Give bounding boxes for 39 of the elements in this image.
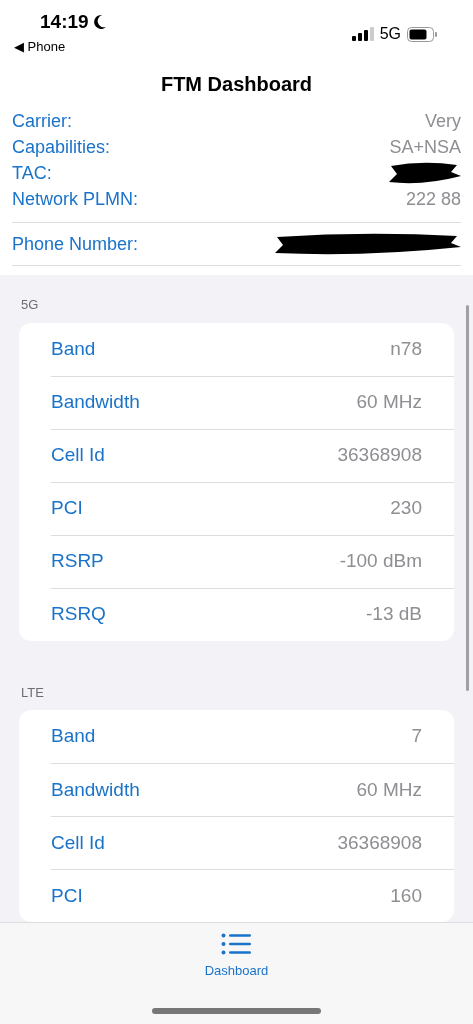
- row-label: PCI: [51, 883, 83, 908]
- row-label: Cell Id: [51, 830, 105, 855]
- row-label: Cell Id: [51, 443, 105, 468]
- row-value: 230: [390, 496, 422, 521]
- section-header: LTE: [20, 683, 45, 702]
- page-title: FTM Dashboard: [160, 72, 313, 97]
- back-link[interactable]: ◀ Phone: [14, 36, 107, 56]
- section-header: 5G: [20, 296, 40, 314]
- info-label: Capabilities:: [12, 135, 111, 159]
- row-value: 36368908: [337, 830, 422, 855]
- row-value: 36368908: [337, 443, 422, 468]
- row-value: 7: [411, 724, 422, 749]
- row-label: Band: [51, 336, 96, 361]
- row-value: -100 dBm: [339, 549, 422, 574]
- row-value: 60 MHz: [356, 777, 422, 802]
- row-label: Band: [51, 724, 96, 749]
- info-label: Network PLMN:: [12, 187, 139, 211]
- row-label: Bandwidth: [51, 390, 140, 415]
- tab-item[interactable]: Dashboard: [204, 933, 269, 981]
- row-value: 60 MHz: [356, 390, 422, 415]
- row-value: n78: [390, 336, 422, 361]
- info-value: 222 88: [405, 187, 461, 211]
- row-label: Bandwidth: [51, 777, 140, 802]
- info-label: Phone Number:: [12, 232, 139, 256]
- clock-time: 14:19: [40, 10, 89, 34]
- battery-icon: [407, 26, 437, 42]
- info-label: Carrier:: [12, 109, 72, 133]
- row-label: RSRP: [51, 549, 104, 574]
- network-type: 5G: [379, 24, 401, 44]
- info-value: Very: [424, 109, 461, 133]
- moon-icon: [92, 14, 107, 31]
- list-icon: [221, 933, 252, 955]
- signal-icon: [351, 27, 374, 41]
- info-label: TAC:: [12, 161, 52, 185]
- row-value: -13 dB: [366, 602, 422, 627]
- row-label: RSRQ: [51, 602, 106, 627]
- row-value: 160: [390, 883, 422, 908]
- info-value: SA+NSA: [389, 135, 461, 159]
- row-label: PCI: [51, 496, 83, 521]
